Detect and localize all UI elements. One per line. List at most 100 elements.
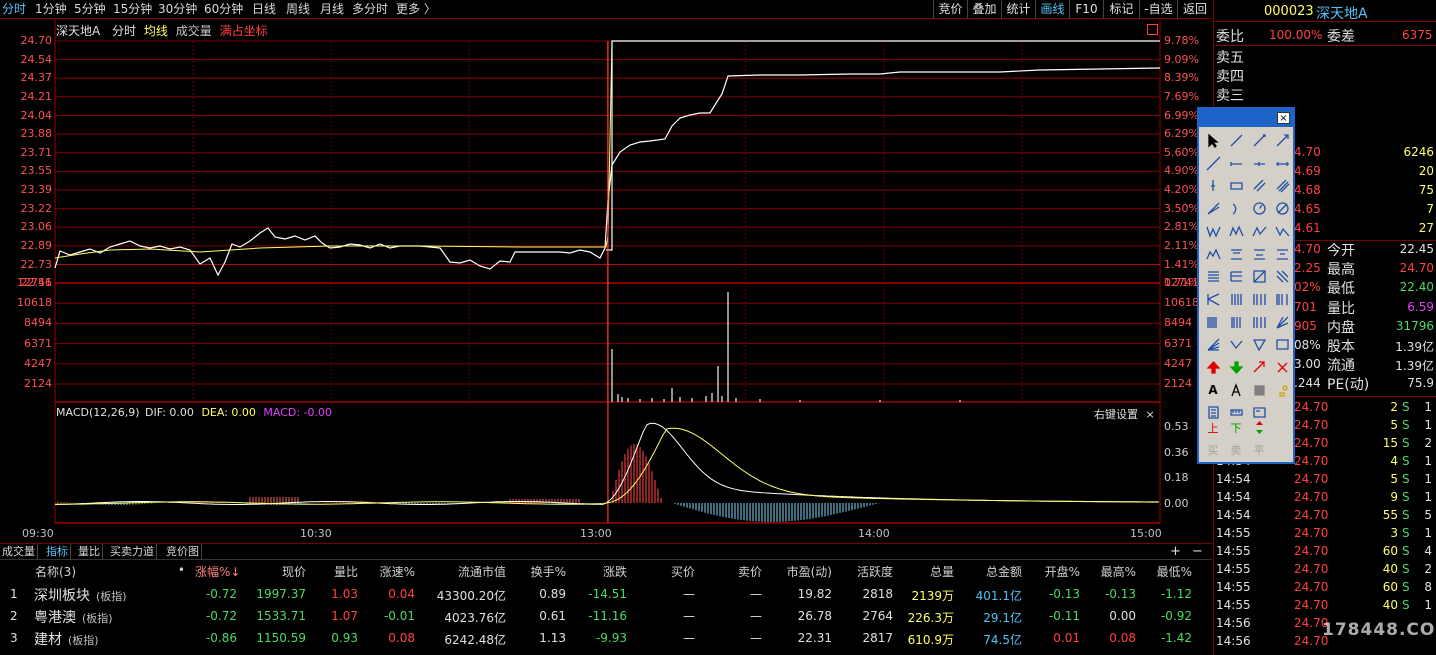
gray-box-icon[interactable] bbox=[1249, 381, 1269, 400]
ga-icon[interactable] bbox=[1249, 245, 1269, 264]
tab-volume[interactable]: 成交量 bbox=[0, 544, 38, 560]
column-header[interactable]: 换手% bbox=[520, 563, 566, 580]
up-arrow-icon[interactable] bbox=[1203, 358, 1223, 377]
check-icon[interactable] bbox=[1226, 335, 1246, 354]
delete-icon[interactable] bbox=[1272, 358, 1292, 377]
wave-icon[interactable] bbox=[1226, 222, 1246, 241]
up-label[interactable]: 上 bbox=[1203, 420, 1223, 436]
column-header[interactable]: • bbox=[175, 563, 185, 577]
buy-arrow-icon[interactable] bbox=[1249, 358, 1269, 377]
bracket-icon[interactable] bbox=[1203, 290, 1223, 309]
text-tool-icon[interactable]: A bbox=[1203, 381, 1223, 400]
gp-icon[interactable] bbox=[1226, 245, 1246, 264]
line-segment-icon[interactable] bbox=[1226, 131, 1246, 150]
time-cycle-icon[interactable] bbox=[1249, 290, 1269, 309]
bars-alt-icon[interactable] bbox=[1226, 313, 1246, 332]
bars-wide-icon[interactable] bbox=[1249, 313, 1269, 332]
flat-label[interactable]: 平 bbox=[1249, 442, 1269, 458]
column-header[interactable]: 涨速% bbox=[370, 563, 415, 580]
horizontal-ray-icon[interactable] bbox=[1249, 154, 1269, 173]
column-header[interactable]: 现价 bbox=[250, 563, 306, 580]
cell-price: 1997.37 bbox=[256, 587, 306, 601]
table-row[interactable]: 1 深圳板块 (板指) -0.72 1997.37 1.03 0.04 43300.20亿 0.… bbox=[0, 587, 1212, 607]
arc-icon[interactable] bbox=[1226, 199, 1246, 218]
price-tick: 24.54 bbox=[20, 52, 53, 66]
fib-retrace-icon[interactable] bbox=[1203, 267, 1223, 286]
zigzag-icon[interactable] bbox=[1249, 222, 1269, 241]
small-text-icon[interactable] bbox=[1226, 381, 1246, 400]
tab-indicator[interactable]: 指标 bbox=[44, 544, 71, 560]
mountain-icon[interactable] bbox=[1203, 245, 1223, 264]
sell-label[interactable]: 卖 bbox=[1226, 442, 1246, 458]
horizontal-line-icon[interactable] bbox=[1272, 154, 1292, 173]
column-header[interactable]: 涨跌 bbox=[585, 563, 627, 580]
select-arrow-icon[interactable] bbox=[1203, 131, 1223, 150]
tick-time: 14:54 bbox=[1216, 490, 1251, 504]
cycle-icon[interactable] bbox=[1272, 199, 1292, 218]
arrow-line-icon[interactable] bbox=[1272, 131, 1292, 150]
gann-box-icon[interactable] bbox=[1249, 267, 1269, 286]
column-header[interactable]: 活跃度 bbox=[845, 563, 893, 580]
column-header[interactable]: 开盘% bbox=[1040, 563, 1080, 580]
speed-line-icon[interactable] bbox=[1272, 313, 1292, 332]
table-row[interactable]: 2 粤港澳 (板指) -0.72 1533.71 1.07 -0.01 4023.76亿 0.6… bbox=[0, 609, 1212, 629]
price-chart bbox=[54, 20, 1161, 524]
price-tick: 23.71 bbox=[20, 145, 53, 159]
light-icon[interactable] bbox=[1272, 381, 1292, 400]
updown-arrow-icon[interactable] bbox=[1249, 418, 1269, 437]
column-header[interactable]: 卖价 bbox=[720, 563, 762, 580]
column-header[interactable]: 买价 bbox=[655, 563, 695, 580]
tick-side: S bbox=[1402, 526, 1410, 540]
column-header[interactable]: 总量 bbox=[898, 563, 954, 580]
parallel-lines-icon[interactable] bbox=[1249, 176, 1269, 195]
column-header[interactable]: 总金额 bbox=[970, 563, 1022, 580]
percent-tick: 9.78% bbox=[1164, 34, 1199, 47]
table-row[interactable]: 3 建材 (板指) -0.86 1150.59 0.93 0.08 6242.48亿 1.13 -… bbox=[0, 631, 1212, 651]
tab-volume-ratio[interactable]: 量比 bbox=[76, 544, 103, 560]
tick-price: 24.70 bbox=[1294, 454, 1329, 468]
macd-settings[interactable]: 右键设置 × bbox=[1094, 406, 1155, 422]
price-label-icon[interactable] bbox=[1226, 176, 1246, 195]
down-label[interactable]: 下 bbox=[1226, 420, 1246, 436]
column-header[interactable]: 最低% bbox=[1152, 563, 1192, 580]
stat-value: 1.39亿 bbox=[1395, 359, 1434, 374]
circle-icon[interactable] bbox=[1249, 199, 1269, 218]
triangle-icon[interactable] bbox=[1249, 335, 1269, 354]
toolbox-titlebar[interactable]: × bbox=[1199, 109, 1293, 127]
fib-time-icon[interactable] bbox=[1272, 290, 1292, 309]
zigzag-down-icon[interactable] bbox=[1272, 222, 1292, 241]
add-icon[interactable]: + bbox=[1170, 544, 1181, 559]
gann-grid-icon[interactable] bbox=[1272, 267, 1292, 286]
channel-icon[interactable] bbox=[1272, 176, 1292, 195]
down-arrow-icon[interactable] bbox=[1226, 358, 1246, 377]
angle-fan-icon[interactable] bbox=[1203, 335, 1223, 354]
drawing-toolbox: × A 上下买卖平 bbox=[1197, 107, 1295, 464]
extended-line-icon[interactable] bbox=[1203, 154, 1223, 173]
cell-open: 0.01 bbox=[1053, 631, 1080, 645]
fib-levels-icon[interactable] bbox=[1226, 267, 1246, 286]
vertical-mark-icon[interactable] bbox=[1203, 176, 1223, 195]
gc-icon[interactable] bbox=[1272, 245, 1292, 264]
column-header[interactable]: 流通市值 bbox=[430, 563, 506, 580]
ray-icon[interactable] bbox=[1249, 131, 1269, 150]
horizontal-segment-icon[interactable] bbox=[1226, 154, 1246, 173]
buy-label[interactable]: 买 bbox=[1203, 442, 1223, 458]
tab-buysell-power[interactable]: 买卖力道 bbox=[108, 544, 157, 560]
rectangle-icon[interactable] bbox=[1272, 335, 1292, 354]
minimize-icon[interactable]: − bbox=[1192, 544, 1203, 559]
stat-left-value: 4.70 bbox=[1294, 242, 1321, 256]
column-header[interactable]: 量比 bbox=[320, 563, 358, 580]
toolbox-close-icon[interactable]: × bbox=[1277, 112, 1290, 124]
time-bars-icon[interactable] bbox=[1226, 290, 1246, 309]
macd-close-icon[interactable]: × bbox=[1146, 408, 1155, 421]
wave-w-icon[interactable] bbox=[1203, 222, 1223, 241]
macd-dea: DEA: 0.00 bbox=[201, 406, 256, 419]
column-header[interactable]: 涨幅%↓ bbox=[195, 563, 240, 580]
fan-icon[interactable] bbox=[1203, 199, 1223, 218]
bars-icon[interactable] bbox=[1203, 313, 1223, 332]
price-tick: 24.70 bbox=[20, 34, 53, 47]
tab-auction-chart[interactable]: 竞价图 bbox=[164, 544, 202, 560]
column-header[interactable]: 最高% bbox=[1096, 563, 1136, 580]
column-header[interactable]: 名称(3) bbox=[35, 563, 95, 580]
column-header[interactable]: 市盈(动) bbox=[770, 563, 832, 580]
